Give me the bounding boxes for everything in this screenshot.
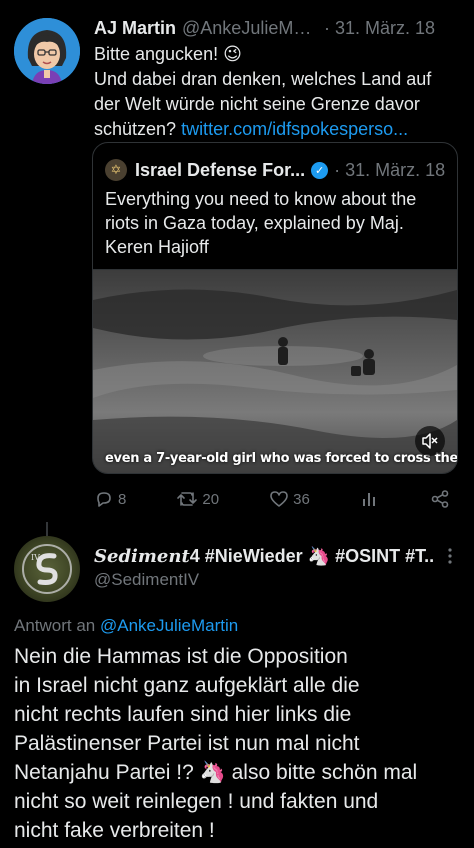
retweet-button[interactable]: 20 — [176, 489, 219, 509]
analytics-icon — [362, 493, 375, 506]
tweet-text-line: nicht rechts laufen sind hier links die — [14, 703, 352, 726]
author-name-rest: 4 #NieWieder 🦄 #OSINT #T... — [189, 546, 434, 566]
video-frame — [93, 270, 457, 473]
sediment-logo-icon: IV — [22, 544, 72, 594]
svg-text:IV: IV — [31, 553, 40, 562]
avatar[interactable]: IV — [14, 536, 80, 602]
retweet-count: 20 — [202, 490, 220, 508]
quoted-tweet-header: ✡ Israel Defense For... ✓ · 31. März. 18 — [105, 157, 447, 183]
mute-button[interactable] — [415, 426, 445, 456]
reply-mention[interactable]: @AnkeJulieMartin — [100, 616, 238, 635]
tweet-text-line: nicht so weit reinlegen ! und fakten und — [14, 790, 379, 813]
author-handle[interactable]: @SedimentIV — [94, 570, 199, 590]
verified-badge-icon: ✓ — [311, 161, 329, 179]
share-button[interactable] — [430, 489, 450, 509]
avatar-cartoon-icon — [14, 18, 80, 84]
like-button[interactable]: 36 — [269, 489, 310, 509]
tweet-text-line: Bitte angucken! 😉 — [94, 44, 242, 64]
heart-icon — [270, 491, 288, 507]
tweet-text-line: Nein die Hammas ist die Opposition — [14, 645, 348, 668]
tweet-link[interactable]: twitter.com/idfspokesperso... — [181, 119, 408, 139]
video-caption: even a 7-year-old girl who was forced to… — [105, 451, 457, 466]
like-count: 36 — [293, 490, 310, 508]
tweet-text-line: Netanjahu Partei !? 🦄 also bitte schön m… — [14, 761, 418, 784]
speaker-muted-icon — [422, 433, 438, 449]
analytics-button[interactable] — [360, 489, 380, 509]
quoted-text-line: Keren Hajioff — [105, 237, 209, 257]
quoted-text-line: Everything you need to know about the — [105, 189, 417, 209]
tweet-header: AJ Martin @AnkeJulieMar... · 31. März. 1… — [94, 16, 460, 40]
quoted-text-line: riots in Gaza today, explained by Maj. — [105, 213, 404, 233]
idf-logo-icon: ✡ — [105, 159, 127, 181]
reply-icon — [97, 492, 111, 507]
video-player[interactable]: even a 7-year-old girl who was forced to… — [93, 269, 457, 473]
tweet-text-line: in Israel nicht ganz aufgeklärt alle die — [14, 674, 360, 697]
tweet-text-line: Palästinenser Partei ist nun mal nicht — [14, 732, 360, 755]
tweet-text: Bitte angucken! 😉 Und dabei dran denken,… — [94, 42, 460, 142]
tweet-text: Nein die Hammas ist die Opposition in Is… — [14, 642, 464, 845]
author-handle[interactable]: @AnkeJulieMar... — [182, 18, 320, 39]
author-name-script: Sediment — [94, 546, 190, 567]
tweet-date[interactable]: · 31. März. 18 — [324, 18, 435, 39]
tweet-text-line: Und dabei dran denken, welches Land auf — [94, 69, 432, 89]
more-vertical-icon — [448, 548, 452, 564]
tweet-text-fragment: schützen? — [94, 119, 182, 139]
reply-context: Antwort an @AnkeJulieMartin — [14, 616, 238, 636]
tweet-text-line: schützen? twitter.com/idfspokesperso... — [94, 117, 460, 142]
quoted-author-name: Israel Defense For... — [135, 159, 306, 180]
author-name[interactable]: Sediment4 #NieWieder 🦄 #OSINT #T... — [94, 546, 434, 572]
reply-button[interactable]: 8 — [94, 489, 126, 509]
share-icon — [431, 490, 449, 508]
quoted-tweet-date: · 31. März. 18 — [334, 159, 446, 180]
tweet-actions: 8 20 36 — [94, 486, 450, 512]
retweet-icon — [177, 492, 198, 506]
quoted-tweet-text: Everything you need to know about the ri… — [105, 187, 445, 259]
reply-count: 8 — [118, 490, 127, 508]
reply-prefix: Antwort an — [14, 616, 100, 635]
more-options-button[interactable] — [440, 546, 460, 566]
tweet-text-line: nicht fake verbreiten ! — [14, 819, 215, 842]
thread-connector — [46, 522, 48, 536]
quoted-tweet-card[interactable]: ✡ Israel Defense For... ✓ · 31. März. 18… — [92, 142, 458, 474]
tweet-text-line: der Welt würde nicht seine Grenze davor — [94, 94, 420, 114]
avatar[interactable] — [14, 18, 80, 84]
author-name[interactable]: AJ Martin — [94, 18, 176, 39]
